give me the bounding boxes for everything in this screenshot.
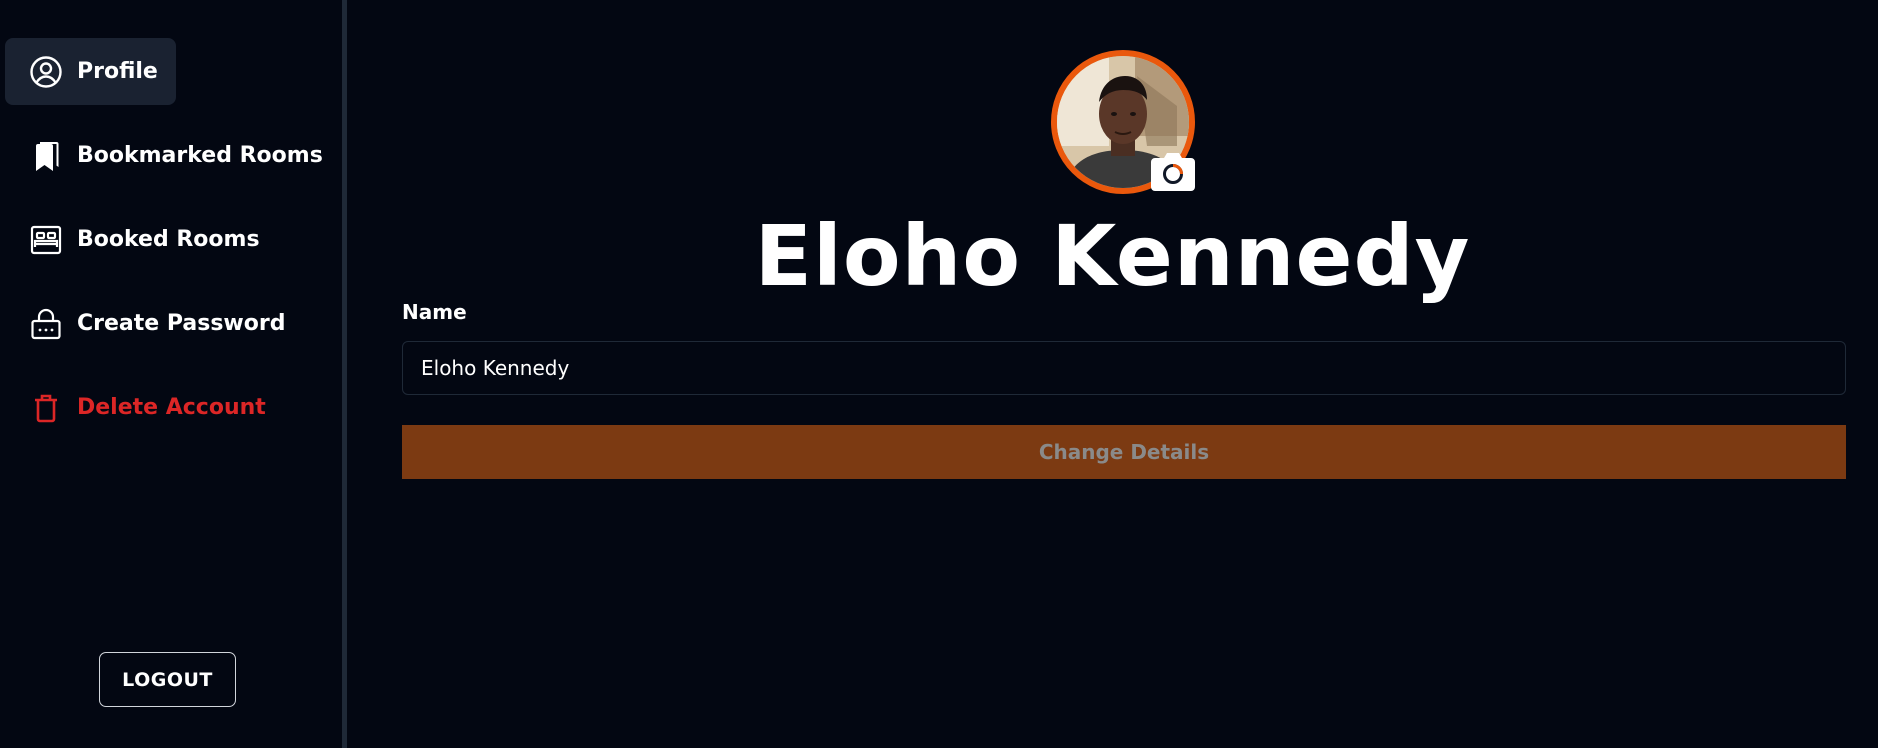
- name-field-label: Name: [402, 300, 467, 324]
- sidebar-item-label: Profile: [77, 59, 158, 84]
- sidebar-item-booked-rooms[interactable]: Booked Rooms: [5, 206, 335, 273]
- name-input[interactable]: [402, 341, 1846, 395]
- sidebar: Profile Bookmarked Rooms Booked Rooms Cr…: [0, 0, 343, 748]
- user-circle-icon: [29, 55, 63, 89]
- sidebar-item-label: Booked Rooms: [77, 227, 260, 252]
- change-details-button[interactable]: Change Details: [402, 425, 1846, 479]
- sidebar-item-label: Create Password: [77, 311, 286, 336]
- sidebar-item-bookmarked-rooms[interactable]: Bookmarked Rooms: [5, 122, 335, 189]
- lock-icon: [29, 307, 63, 341]
- sidebar-item-profile[interactable]: Profile: [5, 38, 176, 105]
- sidebar-item-label: Delete Account: [77, 395, 266, 420]
- avatar-container: [1051, 50, 1195, 194]
- sidebar-item-label: Bookmarked Rooms: [77, 143, 323, 168]
- bed-icon: [29, 223, 63, 257]
- sidebar-nav: Profile Bookmarked Rooms Booked Rooms Cr…: [5, 38, 335, 458]
- app: Profile Bookmarked Rooms Booked Rooms Cr…: [0, 0, 1878, 748]
- camera-icon: [1151, 153, 1195, 191]
- logout-button[interactable]: LOGOUT: [99, 652, 236, 707]
- trash-icon: [29, 391, 63, 425]
- change-photo-button[interactable]: [1150, 152, 1196, 192]
- sidebar-item-create-password[interactable]: Create Password: [5, 290, 335, 357]
- profile-main: Eloho Kennedy Name Change Details: [347, 0, 1878, 748]
- profile-name: Eloho Kennedy: [754, 207, 1471, 305]
- bookmark-icon: [29, 139, 63, 173]
- sidebar-item-delete-account[interactable]: Delete Account: [5, 374, 335, 441]
